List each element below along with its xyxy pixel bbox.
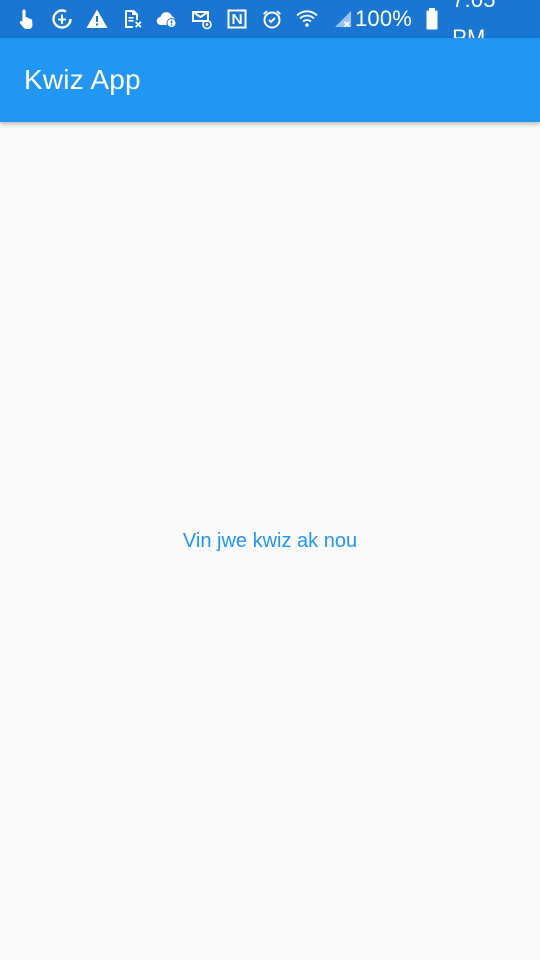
sim-card-icon xyxy=(119,6,145,32)
main-content: Vin jwe kwiz ak nou xyxy=(0,122,540,960)
email-alert-icon xyxy=(189,6,215,32)
nfc-icon xyxy=(224,6,250,32)
battery-percent: 100% xyxy=(355,6,413,31)
battery-icon xyxy=(420,6,444,32)
start-quiz-button[interactable]: Vin jwe kwiz ak nou xyxy=(0,526,540,556)
notification-icons xyxy=(14,6,355,32)
touch-icon xyxy=(14,6,40,32)
wifi-icon xyxy=(294,6,320,32)
alarm-icon xyxy=(259,6,285,32)
status-bar: 100% 7:05 PM xyxy=(0,0,540,50)
cell-signal-icon xyxy=(329,6,355,32)
warning-icon xyxy=(84,6,110,32)
cloud-alert-icon xyxy=(154,6,180,32)
data-saver-icon xyxy=(49,6,75,32)
app-bar: Kwiz App xyxy=(0,38,540,122)
app-title: Kwiz App xyxy=(24,64,141,95)
